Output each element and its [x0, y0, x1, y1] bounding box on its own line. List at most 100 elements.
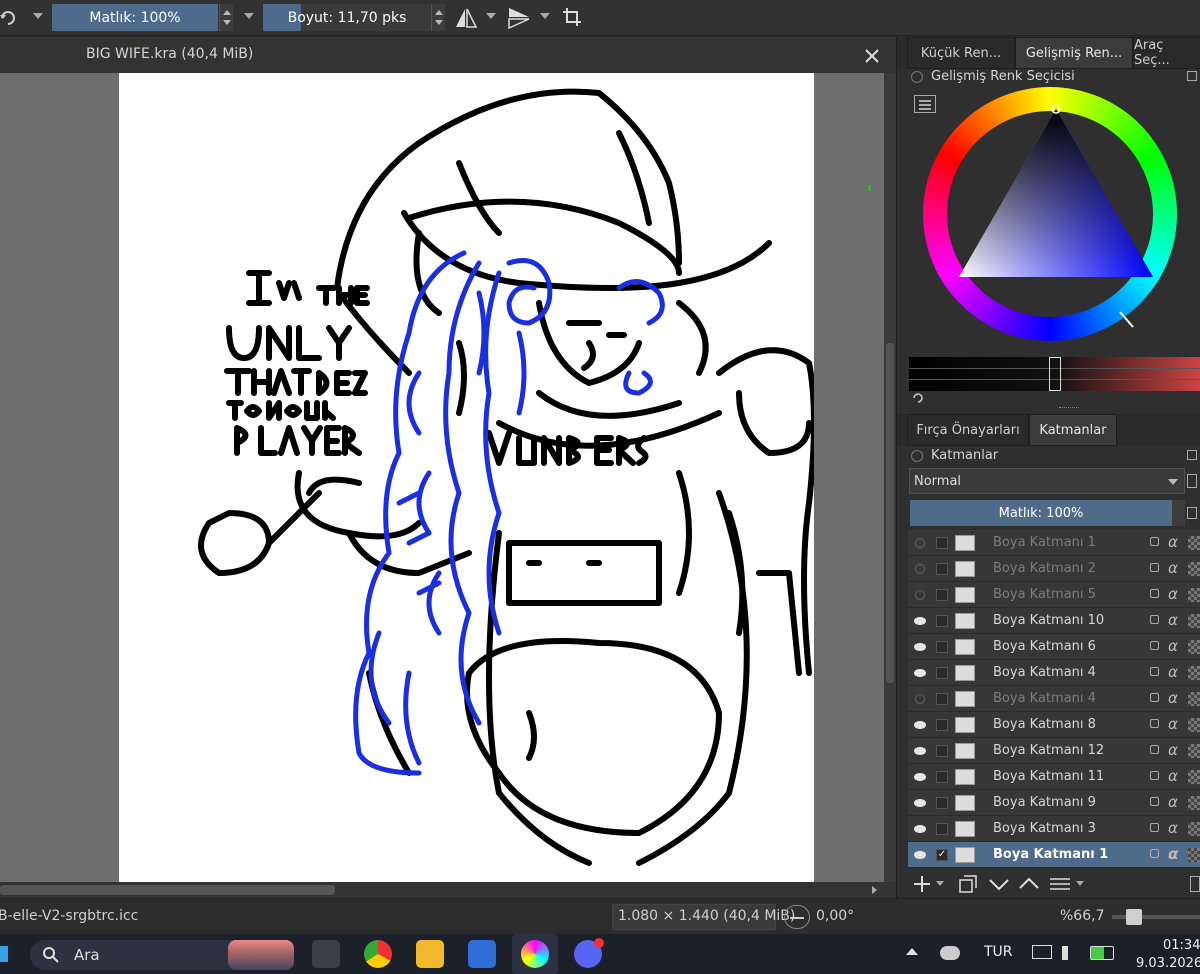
layer-panel-menu-icon[interactable] — [1190, 876, 1200, 892]
inherit-alpha-icon[interactable] — [1188, 666, 1200, 680]
opacity-field[interactable]: Matlık: 100% — [52, 4, 218, 31]
zoom-value[interactable]: %66,7 — [1060, 908, 1104, 924]
chrome-icon[interactable] — [364, 940, 392, 968]
krita-icon[interactable] — [521, 940, 549, 968]
inherit-alpha-icon[interactable] — [1188, 744, 1200, 758]
layer-row[interactable]: Boya Katmanı 6 α — [908, 634, 1200, 660]
network-icon[interactable] — [1032, 945, 1052, 959]
inherit-alpha-icon[interactable] — [1188, 588, 1200, 602]
layers-visibility-icon[interactable] — [911, 450, 923, 462]
layer-row[interactable]: Boya Katmanı 8 α — [908, 712, 1200, 738]
lock-icon[interactable] — [1150, 589, 1159, 598]
layer-row[interactable]: Boya Katmanı 9 α — [908, 790, 1200, 816]
clock-time[interactable]: 01:34 — [1163, 938, 1200, 953]
visibility-eye-icon[interactable] — [911, 634, 929, 660]
refresh-icon[interactable] — [911, 391, 925, 405]
layer-row[interactable]: Boya Katmanı 4 α — [908, 686, 1200, 712]
alpha-lock-icon[interactable]: α — [1168, 741, 1178, 759]
alpha-lock-icon[interactable]: α — [1168, 793, 1178, 811]
rotation-value[interactable]: 0,00° — [816, 908, 854, 924]
alpha-lock-icon[interactable]: α — [1168, 767, 1178, 785]
drawing-canvas[interactable] — [119, 73, 814, 882]
lock-icon[interactable] — [1150, 641, 1159, 650]
layer-row[interactable]: Boya Katmanı 11 α — [908, 764, 1200, 790]
panel-visibility-icon[interactable] — [911, 71, 923, 83]
layer-row[interactable]: ✓ Boya Katmanı 1 α — [908, 842, 1200, 868]
visibility-eye-icon[interactable] — [911, 686, 929, 712]
layer-select-checkbox[interactable] — [936, 562, 948, 575]
task-view-icon[interactable] — [312, 940, 340, 968]
crop-icon[interactable] — [561, 6, 583, 28]
layer-select-checkbox[interactable]: ✓ — [936, 848, 948, 861]
visibility-eye-icon[interactable] — [911, 556, 929, 582]
alpha-lock-icon[interactable]: α — [1168, 663, 1178, 681]
reset-icon[interactable] — [0, 8, 18, 28]
layer-opacity-spinner[interactable] — [1172, 500, 1185, 526]
opacity-spinner[interactable] — [219, 4, 233, 31]
search-box[interactable]: Ara — [30, 940, 294, 970]
lock-icon[interactable] — [1150, 719, 1159, 728]
alpha-lock-icon[interactable]: α — [1168, 689, 1178, 707]
blend-dropdown-icon[interactable] — [1168, 479, 1178, 485]
horizontal-scrollbar[interactable] — [0, 882, 896, 898]
float-panel-icon[interactable] — [1187, 71, 1197, 81]
tray-overflow-icon[interactable] — [906, 948, 918, 955]
visibility-eye-icon[interactable] — [911, 582, 929, 608]
rotation-icon[interactable] — [784, 905, 810, 929]
inherit-alpha-icon[interactable] — [1188, 822, 1200, 836]
move-layer-up-icon[interactable] — [1018, 874, 1040, 894]
close-document-icon[interactable] — [864, 48, 880, 64]
alpha-lock-icon[interactable]: α — [1168, 559, 1178, 577]
inherit-alpha-icon[interactable] — [1188, 536, 1200, 550]
alpha-lock-icon[interactable]: α — [1168, 533, 1178, 551]
add-layer-dropdown-icon[interactable] — [936, 881, 944, 886]
duplicate-layer-icon[interactable] — [958, 874, 978, 894]
layer-select-checkbox[interactable] — [936, 666, 948, 679]
tab-tool-options[interactable]: Araç Seç... — [1133, 37, 1200, 69]
move-layer-down-icon[interactable] — [988, 874, 1010, 894]
scroll-right-icon[interactable] — [872, 886, 877, 894]
visibility-eye-icon[interactable] — [911, 530, 929, 556]
lock-icon[interactable] — [1150, 849, 1159, 858]
lock-icon[interactable] — [1150, 563, 1159, 572]
visibility-eye-icon[interactable] — [911, 790, 929, 816]
mirror-v-dropdown-icon[interactable] — [540, 13, 550, 19]
inherit-alpha-icon[interactable] — [1188, 718, 1200, 732]
tab-brush-presets[interactable]: Fırça Önayarları — [907, 414, 1029, 446]
inherit-alpha-icon[interactable] — [1188, 692, 1200, 706]
visibility-eye-icon[interactable] — [911, 738, 929, 764]
tab-layers[interactable]: Katmanlar — [1029, 414, 1117, 446]
onedrive-icon[interactable] — [940, 946, 960, 960]
start-icon[interactable] — [0, 946, 8, 962]
document-title[interactable]: BIG WIFE.kra (40,4 MiB) — [86, 46, 253, 62]
layer-select-checkbox[interactable] — [936, 744, 948, 757]
inherit-alpha-icon[interactable] — [1188, 562, 1200, 576]
layer-select-checkbox[interactable] — [936, 536, 948, 549]
lock-icon[interactable] — [1150, 745, 1159, 754]
recent-colors-strip[interactable] — [909, 357, 1200, 391]
visibility-eye-icon[interactable] — [911, 712, 929, 738]
volume-icon[interactable] — [1062, 946, 1076, 960]
layer-properties-dropdown-icon[interactable] — [1076, 881, 1084, 886]
alpha-lock-icon[interactable]: α — [1168, 611, 1178, 629]
visibility-eye-icon[interactable] — [911, 842, 929, 868]
layer-opacity-field[interactable]: Matlık: 100% — [910, 500, 1172, 526]
layer-row[interactable]: Boya Katmanı 2 α — [908, 556, 1200, 582]
size-spinner[interactable] — [431, 4, 445, 31]
color-profile[interactable]: B-elle-V2-srgbtrc.icc — [0, 908, 138, 924]
layer-row[interactable]: Boya Katmanı 1 α — [908, 530, 1200, 556]
reset-dropdown-icon[interactable] — [33, 13, 43, 19]
layer-select-checkbox[interactable] — [936, 588, 948, 601]
visibility-eye-icon[interactable] — [911, 816, 929, 842]
tab-advanced-color[interactable]: Gelişmiş Ren... — [1015, 37, 1133, 69]
vscroll-thumb[interactable] — [886, 343, 894, 683]
visibility-eye-icon[interactable] — [911, 660, 929, 686]
layer-select-checkbox[interactable] — [936, 692, 948, 705]
lock-icon[interactable] — [1150, 615, 1159, 624]
store-icon[interactable] — [468, 940, 496, 968]
layer-select-checkbox[interactable] — [936, 822, 948, 835]
layer-row[interactable]: Boya Katmanı 12 α — [908, 738, 1200, 764]
layer-filter-icon[interactable] — [1187, 474, 1197, 488]
shade-handle[interactable] — [1049, 357, 1061, 391]
lock-icon[interactable] — [1150, 771, 1159, 780]
